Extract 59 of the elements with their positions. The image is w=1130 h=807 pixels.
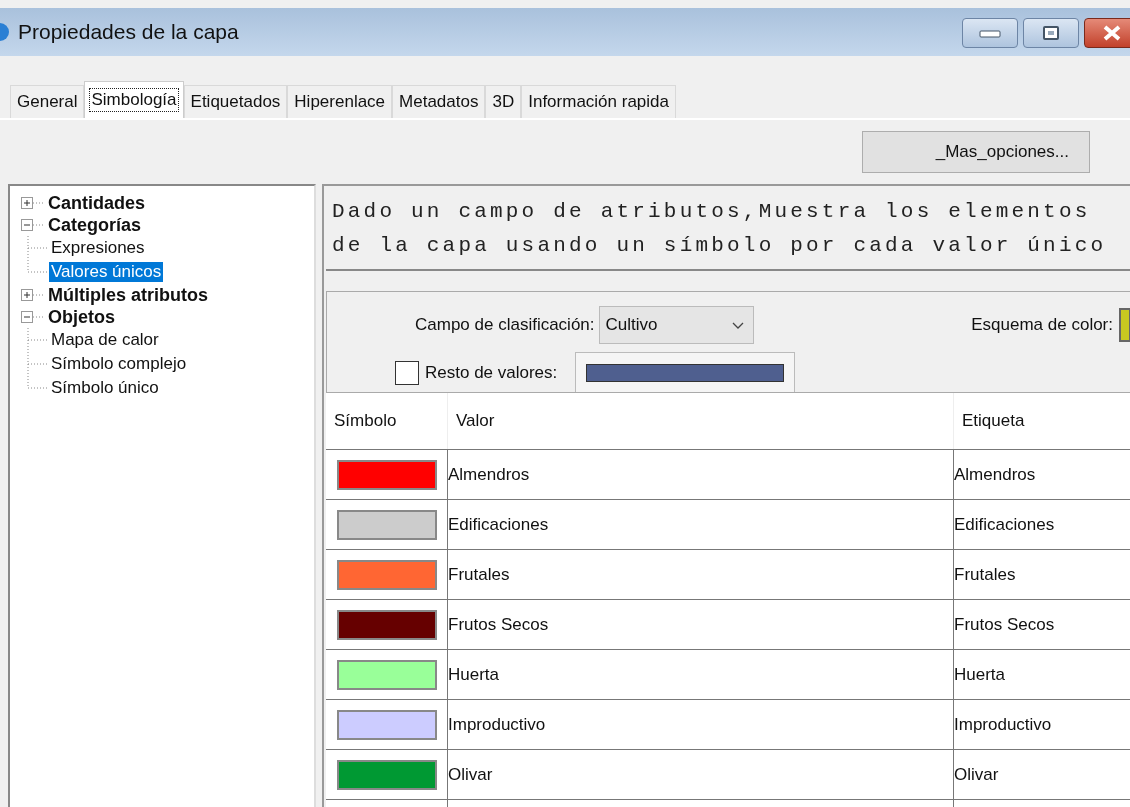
minimize-button[interactable] [962,18,1018,48]
close-icon [1101,24,1123,42]
more-options-button[interactable]: _Mas_opciones... [862,131,1090,173]
classification-label: Campo de clasificación: [415,315,595,335]
table-cell: Edificaciones [954,500,1130,549]
symbol-swatch[interactable] [336,659,437,690]
table-cell: Frutales [954,550,1130,599]
table-cell: Improductivo [448,700,954,749]
table-cell: Edificaciones [448,500,954,549]
tree-item[interactable]: Símbolo complejo [49,354,189,374]
chevron-down-icon [730,320,745,330]
symbol-swatch[interactable] [336,559,437,590]
tree-item[interactable]: Símbolo único [49,378,161,398]
table-cell: Frutos Secos [954,600,1130,649]
close-button[interactable] [1084,18,1130,48]
color-scheme-label: Esquema de color: [971,315,1113,335]
column-header[interactable]: Símbolo [326,393,448,449]
maximize-icon [1041,25,1061,41]
symbol-swatch[interactable] [336,759,437,790]
table-cell: Frutos Secos [448,600,954,649]
table-cell: Olivar [954,750,1130,799]
rest-values-label: Resto de valores: [425,363,558,383]
tab[interactable]: Hiperenlace [287,85,393,118]
table-cell: Almendros [954,450,1130,499]
tree-line [26,328,49,352]
tree-item[interactable]: Mapa de calor [49,330,161,350]
tree-item[interactable]: Expresiones [49,238,147,258]
tree-item[interactable]: Cantidades [46,192,148,214]
tree-item[interactable]: Objetos [46,306,117,328]
color-scheme-selector[interactable] [1119,308,1130,342]
tab[interactable]: Metadatos [392,85,486,118]
symbol-swatch[interactable] [336,459,437,490]
classification-dropdown[interactable]: Cultivo [598,306,754,344]
symbol-swatch[interactable] [336,709,437,740]
table-cell: Huerta [448,650,954,699]
tab[interactable]: Simbología [84,81,184,118]
color-picker-button[interactable] [575,352,796,394]
table-cell: Olivar [448,750,954,799]
maximize-button[interactable] [1023,18,1079,48]
tab[interactable]: General [10,85,85,118]
symbol-swatch[interactable] [336,609,437,640]
app-icon [0,22,10,42]
column-header[interactable]: Etiqueta [954,393,1130,449]
symbol-swatch[interactable] [336,509,437,540]
minimize-icon [978,28,1002,38]
table-cell: Almendros [448,450,954,499]
tree-item[interactable]: Múltiples atributos [46,284,210,306]
description-text: Dado un campo de atributos,Muestra los elementos de la capa usando un símbolo por cada valor único [326,187,1130,271]
window-title: Propiedades de la capa [18,20,239,44]
tab[interactable]: Información rapida [521,85,676,118]
table-cell: Frutales [448,550,954,599]
table-cell: Huerta [954,650,1130,699]
table-cell: Improductivo [954,700,1130,749]
tree-item[interactable]: Valores únicos [49,262,164,282]
rest-values-checkbox[interactable] [395,361,419,385]
tab[interactable]: 3D [485,85,522,118]
column-header[interactable]: Valor [448,393,954,449]
tree-item[interactable]: Categorías [46,214,144,236]
tab[interactable]: Etiquetados [183,85,288,118]
